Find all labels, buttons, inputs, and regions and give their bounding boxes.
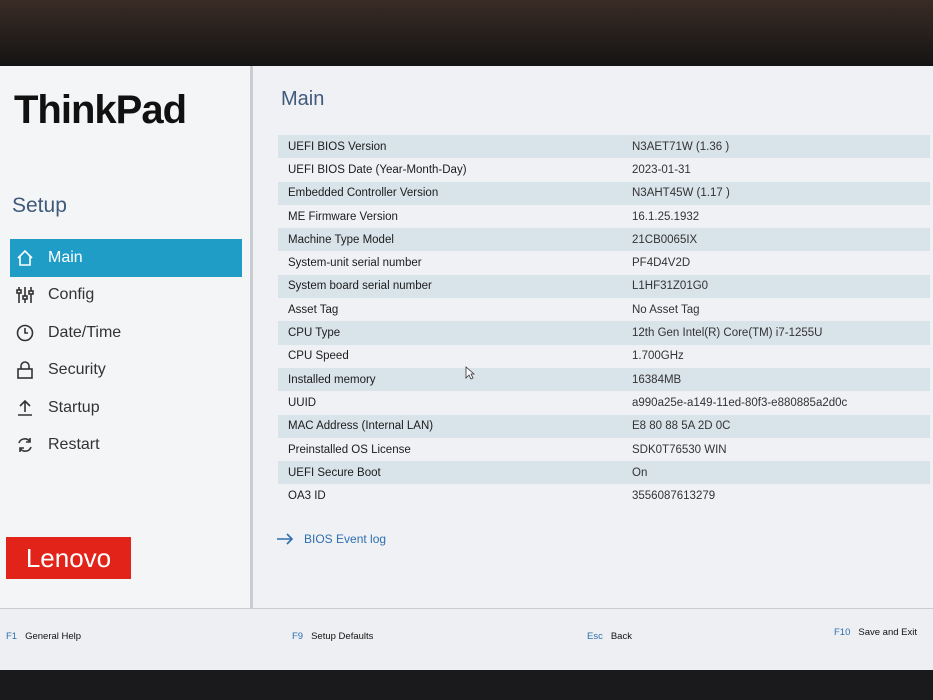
sidebar-item-label: Date/Time xyxy=(48,323,122,341)
table-row: UEFI BIOS Version N3AET71W (1.36 ) xyxy=(278,135,930,159)
row-value: 1.700GHz xyxy=(632,350,684,363)
f10-save-exit-key[interactable]: F10 Save and Exit xyxy=(834,627,917,638)
key-label: General Help xyxy=(25,631,82,642)
row-value: No Asset Tag xyxy=(632,303,700,316)
row-label: OA3 ID xyxy=(288,490,326,503)
table-row: CPU Speed 1.700GHz xyxy=(278,345,930,368)
sidebar-item-label: Startup xyxy=(48,398,100,416)
clock-icon xyxy=(14,322,36,344)
row-value: N3AET71W (1.36 ) xyxy=(632,140,730,153)
row-value: E8 80 88 5A 2D 0C xyxy=(632,420,731,433)
main-panel: Main UEFI BIOS Version N3AET71W (1.36 ) U… xyxy=(253,66,933,608)
row-value: a990a25e-a149-11ed-80f3-e880885a2d0c xyxy=(632,396,848,409)
row-value: 12th Gen Intel(R) Core(TM) i7-1255U xyxy=(632,327,823,340)
key-label: Setup Defaults xyxy=(311,631,374,642)
screen-bezel-bottom xyxy=(0,670,933,700)
key-name: F1 xyxy=(6,631,18,642)
sidebar-item-security[interactable]: Security xyxy=(10,352,242,390)
setup-title: Setup xyxy=(12,194,67,217)
key-name: Esc xyxy=(587,631,603,642)
row-value: On xyxy=(632,466,648,479)
row-value: 16384MB xyxy=(632,373,682,386)
sidebar-item-label: Security xyxy=(48,361,106,379)
row-label: UUID xyxy=(288,396,317,409)
sidebar-item-label: Main xyxy=(48,248,83,266)
row-label: ME Firmware Version xyxy=(288,210,398,223)
row-value: 2023-01-31 xyxy=(632,163,691,176)
bios-event-log-link[interactable]: BIOS Event log xyxy=(276,532,386,546)
lenovo-logo: Lenovo xyxy=(6,537,131,579)
sidebar-item-restart[interactable]: Restart xyxy=(10,427,242,465)
footer-bar: F1 General Help F9 Setup Defaults Esc Back … xyxy=(0,608,933,671)
row-label: Installed memory xyxy=(288,373,376,386)
thinkpad-logo: ThinkPad xyxy=(14,88,187,132)
sidebar-item-label: Config xyxy=(48,286,95,304)
sidebar-item-main[interactable]: Main xyxy=(10,239,242,277)
row-label: Machine Type Model xyxy=(288,233,394,246)
row-value: PF4D4V2D xyxy=(632,257,691,270)
row-value: N3AHT45W (1.17 ) xyxy=(632,187,730,200)
event-log-label: BIOS Event log xyxy=(304,532,387,546)
row-label: System board serial number xyxy=(288,280,432,293)
sidebar-item-startup[interactable]: Startup xyxy=(10,389,242,427)
arrow-right-icon xyxy=(277,533,294,545)
row-label: CPU Speed xyxy=(288,350,349,363)
key-name: F9 xyxy=(292,631,304,642)
table-row: MAC Address (Internal LAN) E8 80 88 5A 2D… xyxy=(278,414,930,438)
row-label: Preinstalled OS License xyxy=(288,443,411,456)
row-label: CPU Type xyxy=(288,327,341,340)
key-label: Save and Exit xyxy=(858,627,917,638)
table-row: OA3 ID 3556087613279 xyxy=(278,484,930,507)
table-row: System-unit serial number PF4D4V2D xyxy=(278,251,930,274)
f1-help-key[interactable]: F1 General Help xyxy=(6,631,81,642)
row-label: UEFI Secure Boot xyxy=(288,466,381,479)
row-value: 16.1.25.1932 xyxy=(632,210,700,223)
table-row: Installed memory 16384MB xyxy=(278,367,930,392)
upload-icon xyxy=(14,397,36,419)
table-row: Machine Type Model 21CB0065IX xyxy=(278,228,930,252)
lock-icon xyxy=(14,359,36,381)
sidebar-nav: Main Config Date/Time Security Startup R… xyxy=(10,239,242,464)
mouse-cursor-icon xyxy=(465,366,475,380)
table-row: UUID a990a25e-a149-11ed-80f3-e880885a2d0c xyxy=(278,391,930,414)
row-label: UEFI BIOS Date (Year-Month-Day) xyxy=(288,163,467,176)
restart-icon xyxy=(14,434,36,456)
screen-bezel-top xyxy=(0,0,933,66)
table-row[interactable]: UEFI Secure Boot On xyxy=(278,461,930,485)
row-value: 3556087613279 xyxy=(632,490,716,503)
table-row: Preinstalled OS License SDK0T76530 WIN xyxy=(278,438,930,461)
row-label: Asset Tag xyxy=(288,303,339,316)
bios-screen: ThinkPad Setup Main Config Date/Time Sec… xyxy=(0,66,933,671)
system-info-table: UEFI BIOS Version N3AET71W (1.36 ) UEFI B… xyxy=(278,135,930,508)
page-title: Main xyxy=(281,88,325,110)
key-name: F10 xyxy=(834,627,851,638)
row-label: MAC Address (Internal LAN) xyxy=(288,420,434,433)
sidebar-item-label: Restart xyxy=(48,436,100,454)
sidebar-item-config[interactable]: Config xyxy=(10,277,242,315)
key-label: Back xyxy=(610,631,632,642)
sidebar: ThinkPad Setup Main Config Date/Time Sec… xyxy=(0,66,253,608)
row-label: System-unit serial number xyxy=(288,257,422,270)
row-value: 21CB0065IX xyxy=(632,233,698,246)
esc-back-key[interactable]: Esc Back xyxy=(587,631,632,642)
f9-defaults-key[interactable]: F9 Setup Defaults xyxy=(292,631,373,642)
row-label: UEFI BIOS Version xyxy=(288,140,387,153)
home-icon xyxy=(14,247,36,269)
table-row: Asset Tag No Asset Tag xyxy=(278,298,930,321)
table-row: CPU Type 12th Gen Intel(R) Core(TM) i7-12… xyxy=(278,321,930,345)
sliders-icon xyxy=(14,284,36,306)
table-row: UEFI BIOS Date (Year-Month-Day) 2023-01-3… xyxy=(278,158,930,181)
sidebar-item-date-time[interactable]: Date/Time xyxy=(10,314,242,352)
table-row: System board serial number L1HF31Z01G0 xyxy=(278,274,930,299)
row-label: Embedded Controller Version xyxy=(288,187,439,200)
row-value: L1HF31Z01G0 xyxy=(632,280,709,293)
row-value: SDK0T76530 WIN xyxy=(632,443,727,456)
table-row: Embedded Controller Version N3AHT45W (1.1… xyxy=(278,181,930,205)
table-row: ME Firmware Version 16.1.25.1932 xyxy=(278,205,930,228)
